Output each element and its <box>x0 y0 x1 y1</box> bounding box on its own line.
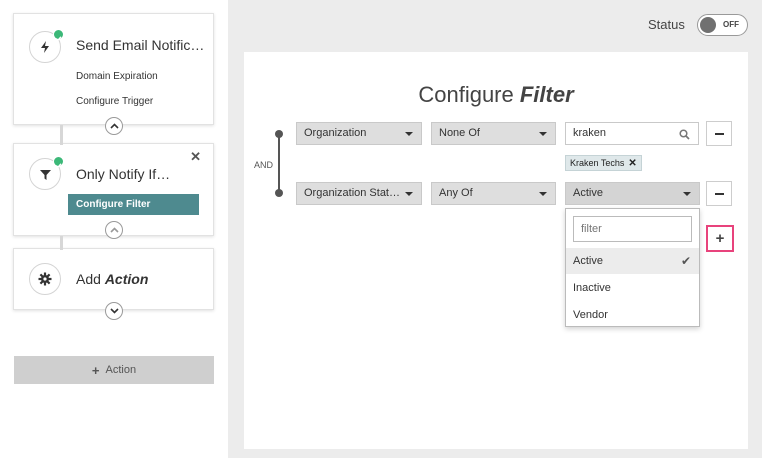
step-title: Send Email Notific… <box>76 37 205 53</box>
operator-select-value: None Of <box>439 127 480 139</box>
caret-down-icon <box>539 132 547 136</box>
and-connector-dot <box>275 130 283 138</box>
status-label: Status <box>648 17 685 32</box>
operator-select-value: Any Of <box>439 187 473 199</box>
logic-operator-label: AND <box>254 160 274 170</box>
dropdown-option-active[interactable]: Active ✔ <box>566 248 699 274</box>
caret-down-icon <box>683 192 691 196</box>
remove-tag-icon[interactable]: ✕ <box>628 158 636 169</box>
dropdown-option-label: Inactive <box>573 282 611 294</box>
trigger-item-configure-trigger[interactable]: Configure Trigger <box>76 96 153 107</box>
dropdown-option-label: Vendor <box>573 309 608 321</box>
add-action-button[interactable]: + Action <box>14 356 214 384</box>
step-title: Only Notify If… <box>76 166 171 182</box>
field-select-value: Organization Stat… <box>304 187 400 199</box>
step-card-add-action[interactable]: Add Action <box>13 248 214 320</box>
check-badge-icon <box>53 156 64 169</box>
value-dropdown-menu: Active ✔ Inactive Vendor <box>565 208 700 327</box>
step-connector <box>60 125 63 145</box>
plus-icon: + <box>715 230 725 247</box>
gear-icon <box>38 272 52 286</box>
value-select[interactable]: Active <box>565 182 700 205</box>
dropdown-filter-input[interactable] <box>573 216 692 242</box>
panel-title: Configure Filter <box>244 82 748 108</box>
value-tag: Kraken Techs ✕ <box>565 155 642 171</box>
close-icon[interactable]: ✕ <box>190 150 201 163</box>
dropdown-option-label: Active <box>573 255 603 267</box>
minus-icon <box>714 132 724 135</box>
toggle-text: OFF <box>723 20 739 29</box>
add-filter-row-button[interactable]: + <box>706 225 734 252</box>
checkmark-icon: ✔ <box>680 254 691 268</box>
step-title-prefix: Add <box>76 271 105 287</box>
chevron-down-icon <box>109 308 119 314</box>
configure-filter-button[interactable]: Configure Filter <box>68 194 199 215</box>
funnel-icon <box>39 169 51 180</box>
config-pane: Status OFF Configure Filter AND Organiza… <box>228 0 762 458</box>
value-search-text: kraken <box>573 127 607 139</box>
expand-button[interactable] <box>105 302 123 320</box>
workflow-pane: Send Email Notific… Domain Expiration Co… <box>0 0 228 458</box>
value-search-input[interactable]: kraken <box>565 122 699 145</box>
status-toggle[interactable]: OFF <box>697 14 748 36</box>
step-card-trigger[interactable]: Send Email Notific… Domain Expiration Co… <box>13 13 214 135</box>
dropdown-option-vendor[interactable]: Vendor <box>566 302 699 328</box>
remove-row-button[interactable] <box>706 181 732 206</box>
operator-select[interactable]: None Of <box>431 122 556 145</box>
step-connector <box>60 236 63 250</box>
step-icon-circle <box>29 29 64 63</box>
collapse-button[interactable] <box>105 221 123 239</box>
check-badge-icon <box>53 29 64 42</box>
field-select-value: Organization <box>304 127 367 139</box>
and-connector-line <box>278 132 280 192</box>
panel-title-emphasis: Filter <box>519 82 574 107</box>
trigger-item-domain-expiration[interactable]: Domain Expiration <box>76 71 158 82</box>
step-icon-circle <box>29 156 64 190</box>
dropdown-option-inactive[interactable]: Inactive <box>566 275 699 301</box>
step-title-emphasis: Action <box>104 271 149 287</box>
panel-title-prefix: Configure <box>418 82 520 107</box>
chevron-up-icon <box>109 227 119 233</box>
field-select[interactable]: Organization Stat… <box>296 182 422 205</box>
plus-icon: + <box>91 362 100 378</box>
filter-panel: Configure Filter AND Organization None O… <box>244 52 748 449</box>
caret-down-icon <box>405 132 413 136</box>
value-select-value: Active <box>573 187 603 199</box>
caret-down-icon <box>405 192 413 196</box>
field-select[interactable]: Organization <box>296 122 422 145</box>
step-title: Add Action <box>76 271 148 287</box>
chevron-up-icon <box>109 123 119 129</box>
bolt-icon <box>41 41 49 53</box>
operator-select[interactable]: Any Of <box>431 182 556 205</box>
step-card-filter[interactable]: ✕ Only Notify If… Configure Filter <box>13 143 214 239</box>
caret-down-icon <box>539 192 547 196</box>
add-action-label: Action <box>105 364 137 376</box>
search-icon <box>679 129 690 140</box>
toggle-knob <box>700 17 716 33</box>
remove-row-button[interactable] <box>706 121 732 146</box>
and-connector-dot <box>275 189 283 197</box>
minus-icon <box>714 192 724 195</box>
value-tag-label: Kraken Techs <box>570 158 625 168</box>
step-icon-circle <box>29 263 61 295</box>
collapse-button[interactable] <box>105 117 123 135</box>
